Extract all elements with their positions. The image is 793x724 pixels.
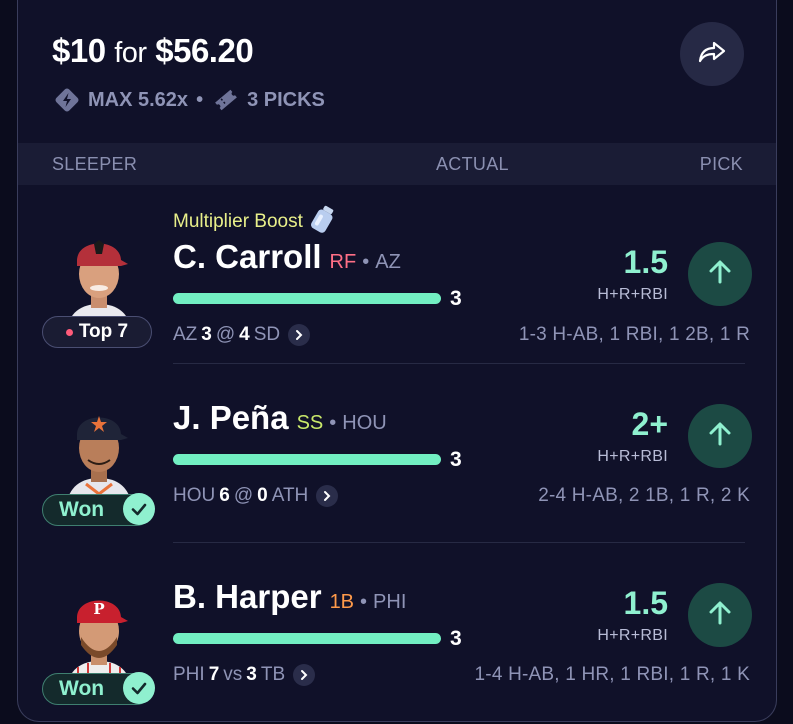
pick-stat: H+R+RBI — [597, 627, 668, 644]
player-position: SS — [296, 412, 324, 434]
team-separator: • — [360, 591, 368, 613]
actual-value: 3 — [450, 627, 462, 650]
player-name: J. Peña — [173, 399, 289, 436]
entry-header: $10 for $56.20 MAX 5.62x • 3 PICKS — [18, 0, 776, 143]
entry-title: $10 for $56.20 — [52, 32, 254, 70]
team-separator: • — [329, 412, 337, 434]
game-team-2: ATH — [271, 485, 309, 506]
picks-count: 3 PICKS — [247, 88, 325, 111]
arrow-up-icon — [705, 598, 735, 633]
max-multiplier: MAX 5.62x — [88, 88, 189, 111]
check-icon — [123, 493, 155, 525]
actual-value: 3 — [450, 448, 462, 471]
column-header-bar: SLEEPER ACTUAL PICK — [18, 143, 776, 185]
game-score-1: 6 — [219, 485, 230, 506]
share-arrow-icon — [696, 36, 728, 73]
ticket-icon — [211, 86, 241, 114]
actual-value: 3 — [450, 287, 462, 310]
entry-card: $10 for $56.20 MAX 5.62x • 3 PICKS SLEEP… — [17, 0, 777, 722]
player-position: 1B — [329, 591, 355, 613]
player-name-line: B. Harper 1B • PHI — [173, 578, 406, 616]
stake-amount: $10 — [52, 32, 106, 69]
column-sleeper: SLEEPER — [52, 154, 138, 174]
player-avatar — [48, 398, 150, 508]
chevron-right-icon[interactable] — [316, 485, 339, 507]
pick-result-stats: 2-4 H-AB, 2 1B, 1 R, 2 K — [538, 485, 750, 506]
pick-row[interactable]: Top 7 Multiplier Boost C. Carroll RF • A… — [18, 186, 776, 356]
actual-progress-bar — [173, 454, 441, 465]
player-position: RF — [329, 251, 357, 273]
boost-label: Multiplier Boost — [173, 211, 303, 232]
game-team-1: AZ — [173, 324, 198, 345]
share-button[interactable] — [680, 22, 744, 86]
won-label: Won — [59, 677, 105, 700]
pick-stat: H+R+RBI — [597, 286, 668, 303]
game-team-1: PHI — [173, 664, 205, 685]
game-score[interactable]: AZ 3 @ 4 SD — [173, 324, 311, 346]
actual-progress-bar — [173, 633, 441, 644]
player-team: HOU — [342, 412, 387, 434]
team-separator: • — [362, 251, 370, 273]
check-icon — [123, 672, 155, 704]
rank-dot — [65, 328, 73, 336]
player-name-line: J. Peña SS • HOU — [173, 399, 387, 437]
payout-amount: $56.20 — [155, 32, 254, 69]
pick-direction-button[interactable] — [688, 404, 752, 468]
actual-progress-bar — [173, 293, 441, 304]
chevron-right-icon[interactable] — [288, 324, 311, 346]
svg-text:P: P — [93, 600, 104, 618]
pick-direction-button[interactable] — [688, 242, 752, 306]
rank-badge: Top 7 — [42, 316, 152, 348]
for-word: for — [114, 37, 147, 69]
pick-direction-button[interactable] — [688, 583, 752, 647]
lightning-diamond-icon — [52, 86, 82, 114]
pick-line: 1.5 — [623, 585, 668, 621]
chevron-right-icon[interactable] — [293, 664, 316, 686]
player-team: PHI — [373, 591, 407, 613]
bottle-icon — [310, 204, 335, 240]
player-name-line: C. Carroll RF • AZ — [173, 238, 401, 276]
pick-stat: H+R+RBI — [597, 448, 668, 465]
game-score-2: 3 — [246, 664, 257, 685]
game-team-2: TB — [260, 664, 286, 685]
won-label: Won — [59, 498, 105, 521]
game-score[interactable]: PHI 7 vs 3 TB — [173, 664, 316, 686]
arrow-up-icon — [705, 257, 735, 292]
pick-result-stats: 1-3 H-AB, 1 RBI, 1 2B, 1 R — [518, 324, 750, 345]
won-badge: Won — [42, 672, 155, 705]
game-score-1: 7 — [208, 664, 220, 685]
multiplier-boost: Multiplier Boost — [173, 204, 335, 240]
game-score-1: 3 — [201, 324, 212, 345]
pick-line: 1.5 — [623, 244, 668, 280]
game-score-2: 4 — [239, 324, 250, 345]
game-separator: vs — [223, 664, 243, 685]
won-badge: Won — [42, 493, 155, 526]
game-team-2: SD — [253, 324, 281, 345]
column-pick: PICK — [699, 154, 743, 174]
game-team-1: HOU — [173, 485, 216, 506]
player-team: AZ — [375, 251, 401, 273]
game-score-2: 0 — [257, 485, 268, 506]
game-separator: @ — [215, 324, 236, 345]
game-score[interactable]: HOU 6 @ 0 ATH — [173, 485, 339, 507]
player-name: B. Harper — [173, 578, 322, 615]
pick-line: 2+ — [631, 406, 668, 442]
pick-row[interactable]: P Won B. Harper 1B • PHI 3 PHI 7 vs 3 TB — [18, 543, 776, 713]
column-actual: ACTUAL — [436, 154, 509, 174]
rank-label: Top 7 — [78, 321, 129, 342]
game-separator: @ — [233, 485, 254, 506]
player-name: C. Carroll — [173, 238, 322, 275]
entry-meta: MAX 5.62x • 3 PICKS — [52, 86, 325, 114]
arrow-up-icon — [705, 419, 735, 454]
pick-result-stats: 1-4 H-AB, 1 HR, 1 RBI, 1 R, 1 K — [474, 664, 750, 685]
meta-separator: • — [196, 88, 204, 111]
pick-row[interactable]: Won J. Peña SS • HOU 3 HOU 6 @ 0 ATH 2+ … — [18, 364, 776, 534]
